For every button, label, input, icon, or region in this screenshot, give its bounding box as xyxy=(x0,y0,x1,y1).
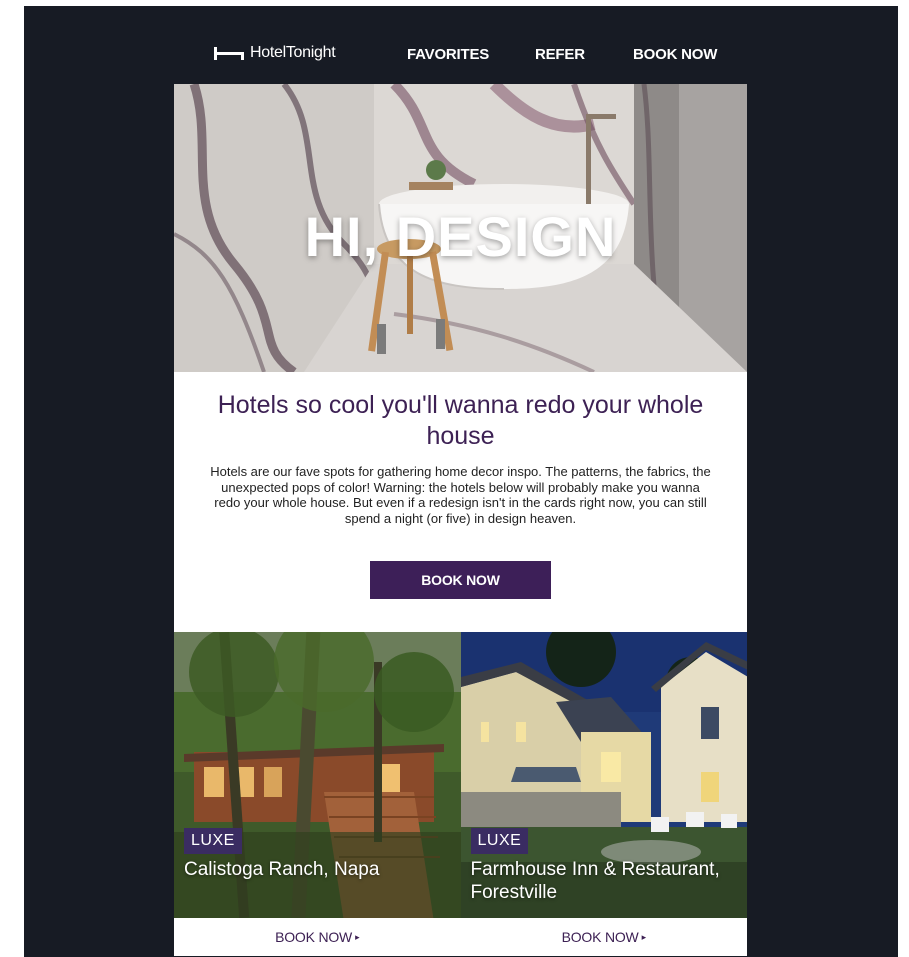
hoteltonight-logo[interactable]: HotelTonight xyxy=(214,44,336,62)
hotel-book-row: BOOK NOW ▸ BOOK NOW ▸ xyxy=(174,918,747,956)
hero-title: HI, DESIGN xyxy=(304,205,617,268)
nav-favorites[interactable]: FAVORITES xyxy=(407,46,489,63)
hotel-card-calistoga[interactable]: LUXE Calistoga Ranch, Napa xyxy=(174,632,461,918)
hotel-badge: LUXE xyxy=(184,828,242,854)
intro-section: Hotels so cool you'll wanna redo your wh… xyxy=(174,372,747,632)
hotel-name: Farmhouse Inn & Restaurant, Forestville xyxy=(470,859,720,903)
hotel-badge: LUXE xyxy=(470,828,529,854)
farmhouse-book-now-link[interactable]: BOOK NOW ▸ xyxy=(461,918,748,956)
logo-text: HotelTonight xyxy=(250,44,336,61)
hotel-name: Calistoga Ranch, Napa xyxy=(184,859,380,880)
arrow-right-icon: ▸ xyxy=(355,931,360,942)
arrow-right-icon: ▸ xyxy=(641,931,647,942)
hotel-card-farmhouse[interactable]: LUXE Farmhouse Inn & Restaurant, Forestv… xyxy=(460,632,747,918)
email-body: HotelTonight FAVORITES REFER BOOK NOW HI… xyxy=(174,6,747,956)
email-header: HotelTonight FAVORITES REFER BOOK NOW xyxy=(174,6,747,84)
book-now-label: BOOK NOW xyxy=(275,929,353,945)
nav-book-now[interactable]: BOOK NOW xyxy=(633,46,717,63)
bed-logo-icon xyxy=(214,46,244,60)
intro-body: Hotels are our fave spots for gathering … xyxy=(210,464,711,526)
hotel-cards: LUXE Calistoga Ranch, Napa LUXE Farmhous… xyxy=(174,632,747,918)
hero-banner[interactable]: HI, DESIGN xyxy=(174,84,747,372)
intro-headline: Hotels so cool you'll wanna redo your wh… xyxy=(217,391,704,450)
book-now-label: BOOK NOW xyxy=(561,929,639,945)
calistoga-book-now-link[interactable]: BOOK NOW ▸ xyxy=(174,918,461,956)
nav-refer[interactable]: REFER xyxy=(535,46,585,63)
email-frame: HotelTonight FAVORITES REFER BOOK NOW HI… xyxy=(24,6,898,957)
book-now-button[interactable]: BOOK NOW xyxy=(370,561,551,599)
